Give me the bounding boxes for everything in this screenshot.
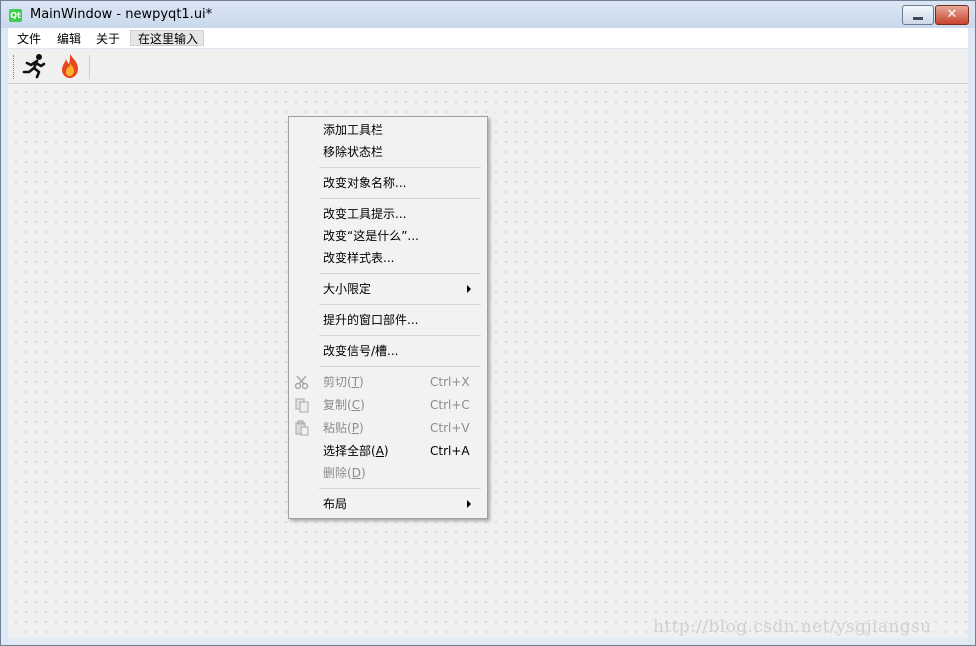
- menu-separator: [319, 366, 481, 367]
- menu-item-copy[interactable]: 复制(C): [323, 396, 365, 414]
- close-button[interactable]: ✕: [935, 5, 969, 25]
- submenu-arrow-icon: [467, 285, 471, 293]
- menu-item-change-signals-slots[interactable]: 改变信号/槽...: [323, 342, 399, 360]
- minimize-button[interactable]: [902, 5, 934, 25]
- menu-file[interactable]: 文件: [17, 30, 41, 47]
- shortcut-paste: Ctrl+V: [430, 421, 470, 435]
- toolbar-separator: [89, 55, 90, 79]
- paste-icon: [294, 420, 310, 436]
- menu-item-change-whats-this[interactable]: 改变“这是什么”...: [323, 227, 419, 245]
- status-bar: [8, 638, 968, 644]
- qt-app-icon: Qt: [9, 9, 22, 22]
- title-bar[interactable]: Qt MainWindow - newpyqt1.ui* ✕: [1, 1, 975, 28]
- menu-item-select-all[interactable]: 选择全部(A): [323, 442, 389, 460]
- shortcut-cut: Ctrl+X: [430, 375, 470, 389]
- menu-item-add-toolbar[interactable]: 添加工具栏: [323, 121, 383, 139]
- menu-separator: [319, 198, 481, 199]
- shortcut-copy: Ctrl+C: [430, 398, 470, 412]
- toolbar-grip[interactable]: [13, 55, 16, 79]
- shortcut-select-all: Ctrl+A: [430, 444, 470, 458]
- menu-item-change-object-name[interactable]: 改变对象名称...: [323, 174, 406, 192]
- submenu-arrow-icon: [467, 500, 471, 508]
- form-canvas[interactable]: [8, 84, 968, 638]
- context-menu: 添加工具栏 移除状态栏 改变对象名称... 改变工具提示... 改变“这是什么”…: [288, 116, 488, 519]
- menu-edit[interactable]: 编辑: [57, 30, 81, 47]
- menu-item-paste[interactable]: 粘贴(P): [323, 419, 364, 437]
- menu-bar: 文件 编辑 关于 在这里输入: [8, 28, 968, 48]
- fire-icon[interactable]: [56, 53, 84, 79]
- menu-type-here-input[interactable]: 在这里输入: [130, 30, 204, 46]
- menu-about[interactable]: 关于: [96, 30, 120, 47]
- watermark: http://blog.csdn.net/ysgjiangsu: [653, 617, 932, 637]
- menu-item-change-tooltip[interactable]: 改变工具提示...: [323, 205, 406, 223]
- scissors-icon: [294, 374, 310, 390]
- window-title: MainWindow - newpyqt1.ui*: [30, 7, 213, 22]
- menu-item-delete[interactable]: 删除(D): [323, 464, 366, 482]
- running-man-icon[interactable]: [20, 53, 48, 79]
- menu-separator: [319, 488, 481, 489]
- menu-item-change-stylesheet[interactable]: 改变样式表...: [323, 249, 394, 267]
- menu-separator: [319, 335, 481, 336]
- menu-item-remove-statusbar[interactable]: 移除状态栏: [323, 143, 383, 161]
- menu-separator: [319, 167, 481, 168]
- menu-item-size-constraints[interactable]: 大小限定: [323, 280, 371, 298]
- copy-icon: [294, 397, 310, 413]
- toolbar: [8, 49, 968, 84]
- menu-item-layout[interactable]: 布局: [323, 495, 347, 513]
- menu-separator: [319, 304, 481, 305]
- menu-item-cut[interactable]: 剪切(T): [323, 373, 364, 391]
- menu-item-promoted-widgets[interactable]: 提升的窗口部件...: [323, 311, 418, 329]
- menu-separator: [319, 273, 481, 274]
- main-window: Qt MainWindow - newpyqt1.ui* ✕ 文件 编辑 关于 …: [0, 0, 976, 646]
- close-icon: ✕: [946, 7, 958, 22]
